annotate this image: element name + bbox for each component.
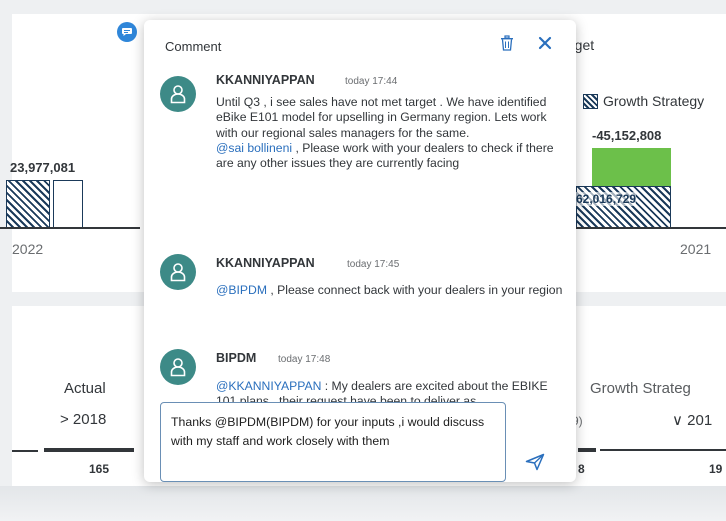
period-toggle-201[interactable]: ∨ 201 (672, 411, 712, 429)
comment-timestamp: today 17:45 (347, 259, 400, 270)
mention-link[interactable]: @KKANNIYAPPAN (216, 379, 321, 393)
comment-indicator-icon[interactable] (117, 22, 137, 42)
mention-link[interactable]: @BIPDM (216, 283, 267, 297)
column-header-growth: Growth Strateg (590, 380, 691, 397)
close-icon[interactable] (534, 32, 556, 54)
x-axis-left (0, 227, 140, 229)
period-toggle-2018[interactable]: > 2018 (60, 411, 106, 428)
analytics-story-page: 23,977,081 2022 rget Growth Strategy -45… (0, 0, 726, 521)
comment-input-value[interactable]: Thanks @BIPDM(BIPDM) for your inputs ,i … (171, 413, 501, 451)
page-footer-shade (0, 486, 726, 521)
x-tick-2021: 2021 (680, 241, 712, 257)
legend-swatch-growth (583, 94, 598, 109)
comment-author: BIPDM (216, 351, 257, 365)
row-separator-right-b (600, 449, 726, 451)
comment-popover-header: Comment (144, 20, 576, 66)
comment-text: Until Q3 , i see sales have not met targ… (216, 95, 547, 140)
column-header-actual: Actual (64, 380, 106, 397)
cell-value-actual: 165 (89, 462, 110, 476)
comment-popover: Comment KKANNIYAPPAN today 17:44 Until Q… (144, 20, 576, 482)
legend-label-growth: Growth Strategy (603, 93, 705, 109)
cell-value-growth: 19 (709, 462, 723, 476)
row-separator-right-a (578, 448, 596, 452)
cell-value-mid: 8 (578, 462, 585, 476)
comment-thread[interactable]: KKANNIYAPPAN today 17:44 Until Q3 , i se… (144, 66, 576, 410)
comment-timestamp: today 17:44 (345, 76, 398, 87)
x-axis-right (572, 227, 726, 229)
send-icon[interactable] (524, 451, 546, 473)
row-separator (44, 448, 134, 452)
avatar (160, 254, 196, 290)
bar-value-label-2022: 23,977,081 (10, 160, 76, 175)
mention-link[interactable]: @sai bollineni (216, 141, 292, 155)
comment-author: KKANNIYAPPAN (216, 256, 315, 270)
x-tick-2022: 2022 (12, 241, 44, 257)
bar-value-label-hatched: 62,016,729 (576, 192, 637, 206)
bar-value-label-green: -45,152,808 (592, 128, 662, 143)
comment-popover-title: Comment (165, 39, 222, 54)
comment-timestamp: today 17:48 (278, 354, 331, 365)
comment-body: Until Q3 , i see sales have not met targ… (216, 95, 570, 171)
comment-input[interactable]: Thanks @BIPDM(BIPDM) for your inputs ,i … (160, 402, 506, 482)
outline-bar-2022 (53, 180, 83, 228)
comment-author: KKANNIYAPPAN (216, 73, 315, 87)
avatar (160, 76, 196, 112)
comment-text: , Please connect back with your dealers … (266, 283, 563, 297)
green-bar-2021 (592, 148, 671, 186)
hatched-bar-2022 (6, 180, 50, 228)
row-separator-thin (12, 450, 38, 452)
avatar (160, 349, 196, 385)
comment-body: @BIPDM , Please connect back with your d… (216, 283, 570, 298)
trash-icon[interactable] (496, 32, 518, 54)
